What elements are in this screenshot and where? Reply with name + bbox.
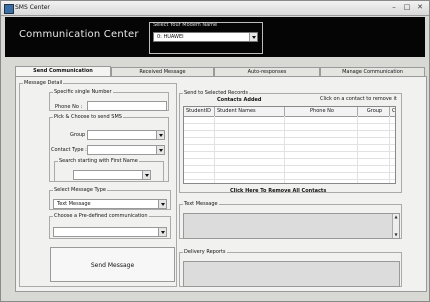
specific-number-group: Specific single Number Phone No : xyxy=(49,89,169,111)
column-header[interactable]: Student Names xyxy=(215,107,285,116)
chevron-down-icon[interactable] xyxy=(249,33,257,41)
predefined-legend: Choose a Pre-defined communication xyxy=(54,213,148,219)
send-communication-panel: Message Detail Specific single Number Ph… xyxy=(15,76,427,292)
window-title: SMS Center xyxy=(15,4,50,11)
maximize-button[interactable]: □ xyxy=(402,3,412,12)
group-select[interactable] xyxy=(87,130,165,140)
contacts-added-label: Contacts Added xyxy=(217,97,262,103)
chevron-down-icon[interactable] xyxy=(156,131,164,139)
column-header[interactable]: Co xyxy=(390,107,395,116)
contacts-table[interactable]: StudentID Student Names Phone No Group C… xyxy=(183,106,396,184)
text-message-input[interactable]: ▲ ▼ xyxy=(183,213,400,239)
contact-type-label: Contact Type : xyxy=(51,147,87,153)
text-message-scrollbar[interactable]: ▲ ▼ xyxy=(392,214,399,238)
page-title: Communication Center xyxy=(19,29,139,40)
column-header[interactable]: Group xyxy=(358,107,390,116)
chevron-down-icon[interactable] xyxy=(158,228,166,236)
message-type-legend: Select Message Type xyxy=(54,187,107,193)
modem-group: Select Your Modem Name 0: HUAWEI xyxy=(149,22,263,54)
close-button[interactable]: ✕ xyxy=(415,3,425,12)
send-to-group: Send to Selected Records Contacts Added … xyxy=(179,90,402,194)
chevron-down-icon[interactable] xyxy=(142,171,150,179)
scroll-up-icon[interactable]: ▲ xyxy=(394,215,398,219)
message-type-select[interactable]: Text Message xyxy=(53,199,167,209)
app-icon xyxy=(4,4,14,14)
contact-type-select[interactable] xyxy=(87,145,165,155)
modem-value: 0: HUAWEI xyxy=(157,34,184,40)
tab-manage-communication[interactable]: Manage Communication xyxy=(320,67,425,76)
phone-input[interactable] xyxy=(87,101,167,111)
sms-center-window: SMS Center – □ ✕ Communication Center Se… xyxy=(0,0,430,302)
tab-auto-responses[interactable]: Auto-responses xyxy=(214,67,320,76)
send-to-legend: Send to Selected Records xyxy=(184,90,248,96)
remove-all-link[interactable]: Click Here To Remove All Contacts xyxy=(230,188,326,194)
specific-number-legend: Specific single Number xyxy=(54,89,112,95)
pick-contacts-group: Pick & Choose to send SMS Group Contact … xyxy=(49,114,169,182)
phone-label: Phone No : xyxy=(55,104,83,110)
scroll-down-icon[interactable]: ▼ xyxy=(394,233,398,237)
tab-received-message[interactable]: Received Message xyxy=(111,67,214,76)
modem-label: Select Your Modem Name xyxy=(153,22,218,28)
modem-select[interactable]: 0: HUAWEI xyxy=(153,32,258,42)
message-detail-legend: Message Detail xyxy=(24,80,63,86)
pick-contacts-legend: Pick & Choose to send SMS xyxy=(54,114,122,120)
search-name-select[interactable] xyxy=(73,170,151,180)
message-type-value: Text Message xyxy=(57,201,91,207)
minimize-button[interactable]: – xyxy=(389,3,399,12)
chevron-down-icon[interactable] xyxy=(158,200,166,208)
predefined-group: Choose a Pre-defined communication xyxy=(49,213,171,239)
message-type-group: Select Message Type Text Message xyxy=(49,187,171,210)
tab-strip: Send Communication Received Message Auto… xyxy=(15,66,427,76)
text-message-group: Text Message ▲ ▼ xyxy=(179,201,402,239)
click-remove-hint: Click on a contact to remove it xyxy=(320,96,397,102)
table-row[interactable] xyxy=(184,172,395,180)
title-bar: SMS Center – □ ✕ xyxy=(1,1,429,16)
chevron-down-icon[interactable] xyxy=(156,146,164,154)
tab-send-communication[interactable]: Send Communication xyxy=(15,66,111,76)
column-header[interactable]: StudentID xyxy=(184,107,215,116)
delivery-reports-group: Delivery Reports xyxy=(179,249,402,287)
column-header[interactable]: Phone No xyxy=(285,107,358,116)
search-name-legend: Search starting with First Name xyxy=(59,158,138,164)
search-name-group: Search starting with First Name xyxy=(54,158,164,182)
text-message-legend: Text Message xyxy=(184,201,218,207)
delivery-reports-box[interactable] xyxy=(183,261,400,287)
send-message-button[interactable]: Send Message xyxy=(50,247,175,282)
delivery-reports-legend: Delivery Reports xyxy=(184,249,226,255)
group-label: Group xyxy=(70,132,86,138)
header-banner: Communication Center Select Your Modem N… xyxy=(5,17,425,57)
predefined-select[interactable] xyxy=(53,227,167,237)
